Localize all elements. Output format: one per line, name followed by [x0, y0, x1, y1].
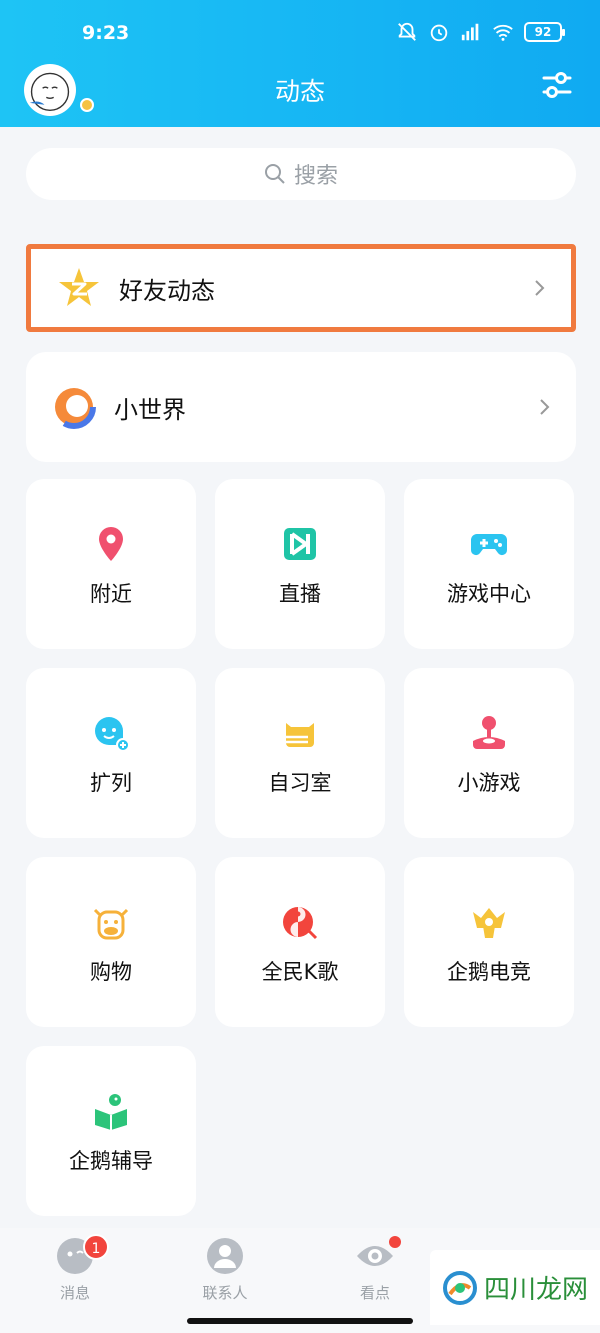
gamepad-icon [471, 534, 507, 555]
small-world-icon [52, 385, 96, 429]
watermark-text: 四川龙网 [483, 1275, 588, 1305]
tile-live[interactable]: 直播 [215, 479, 385, 649]
nav-label: 消息 [59, 1284, 90, 1302]
tile-label: 附近 [90, 582, 132, 606]
add-friend-face-icon [95, 717, 130, 752]
small-world-row[interactable]: 小世界 [26, 352, 576, 462]
nav-label: 联系人 [202, 1284, 248, 1302]
esports-crown-icon [473, 908, 505, 938]
tile-karaoke[interactable]: 全民K歌 [215, 857, 385, 1027]
tile-label: 自习室 [268, 771, 332, 795]
nav-watch[interactable]: 看点 [325, 1236, 425, 1303]
karaoke-icon [283, 907, 318, 940]
search-input[interactable]: 搜索 [26, 148, 576, 200]
study-cat-icon [286, 723, 314, 747]
tile-game-center[interactable]: 游戏中心 [404, 479, 574, 649]
tile-label: 企鹅电竞 [447, 960, 531, 984]
tile-label: 全民K歌 [261, 960, 339, 984]
contacts-icon [207, 1238, 243, 1274]
status-icons: 92 [396, 21, 565, 43]
friend-feed-label: 好友动态 [119, 276, 215, 305]
tile-label: 购物 [90, 960, 132, 984]
tile-label: 游戏中心 [447, 582, 531, 606]
filter-settings-icon[interactable] [540, 68, 574, 102]
search-placeholder: 搜索 [293, 164, 338, 189]
qzone-star-icon [59, 268, 99, 306]
location-pin-icon [99, 527, 123, 561]
tile-mini-games[interactable]: 小游戏 [404, 668, 574, 838]
tile-label: 扩列 [90, 771, 132, 795]
search-icon [264, 164, 285, 184]
watermark-logo-icon [442, 1270, 477, 1305]
joystick-icon [473, 716, 505, 749]
mute-bell-icon [398, 22, 416, 41]
nav-messages[interactable]: 1 消息 [25, 1234, 125, 1303]
top-header: 9:23 92 动态 [0, 0, 600, 127]
battery-indicator: 92 [524, 22, 565, 42]
tile-nearby[interactable]: 附近 [26, 479, 196, 649]
tile-label: 直播 [279, 582, 321, 606]
tile-expand-friends[interactable]: 扩列 [26, 668, 196, 838]
live-icon [284, 528, 316, 560]
unread-badge: 1 [83, 1234, 109, 1260]
friend-feed-row[interactable]: 好友动态 [26, 244, 576, 332]
small-world-label: 小世界 [114, 395, 186, 424]
tile-esports[interactable]: 企鹅电竞 [404, 857, 574, 1027]
home-indicator[interactable] [187, 1318, 413, 1324]
status-time: 9:23 [82, 22, 130, 44]
book-tutor-icon [95, 1094, 127, 1130]
watermark: 四川龙网 [430, 1250, 600, 1325]
wifi-icon [493, 24, 513, 41]
cow-icon [93, 908, 129, 940]
signal-icon [461, 23, 479, 41]
chevron-right-icon [540, 399, 550, 415]
tile-shopping[interactable]: 购物 [26, 857, 196, 1027]
nav-contacts[interactable]: 联系人 [175, 1236, 275, 1303]
page-title: 动态 [274, 77, 325, 106]
tile-study-room[interactable]: 自习室 [215, 668, 385, 838]
nav-label: 看点 [359, 1284, 390, 1302]
tile-label: 小游戏 [457, 771, 521, 795]
tile-tutoring[interactable]: 企鹅辅导 [26, 1046, 196, 1216]
chevron-right-icon [535, 280, 545, 296]
notification-dot [389, 1236, 401, 1248]
status-bar: 9:23 92 [0, 16, 600, 52]
alarm-icon [430, 24, 448, 42]
tile-label: 企鹅辅导 [69, 1149, 153, 1173]
